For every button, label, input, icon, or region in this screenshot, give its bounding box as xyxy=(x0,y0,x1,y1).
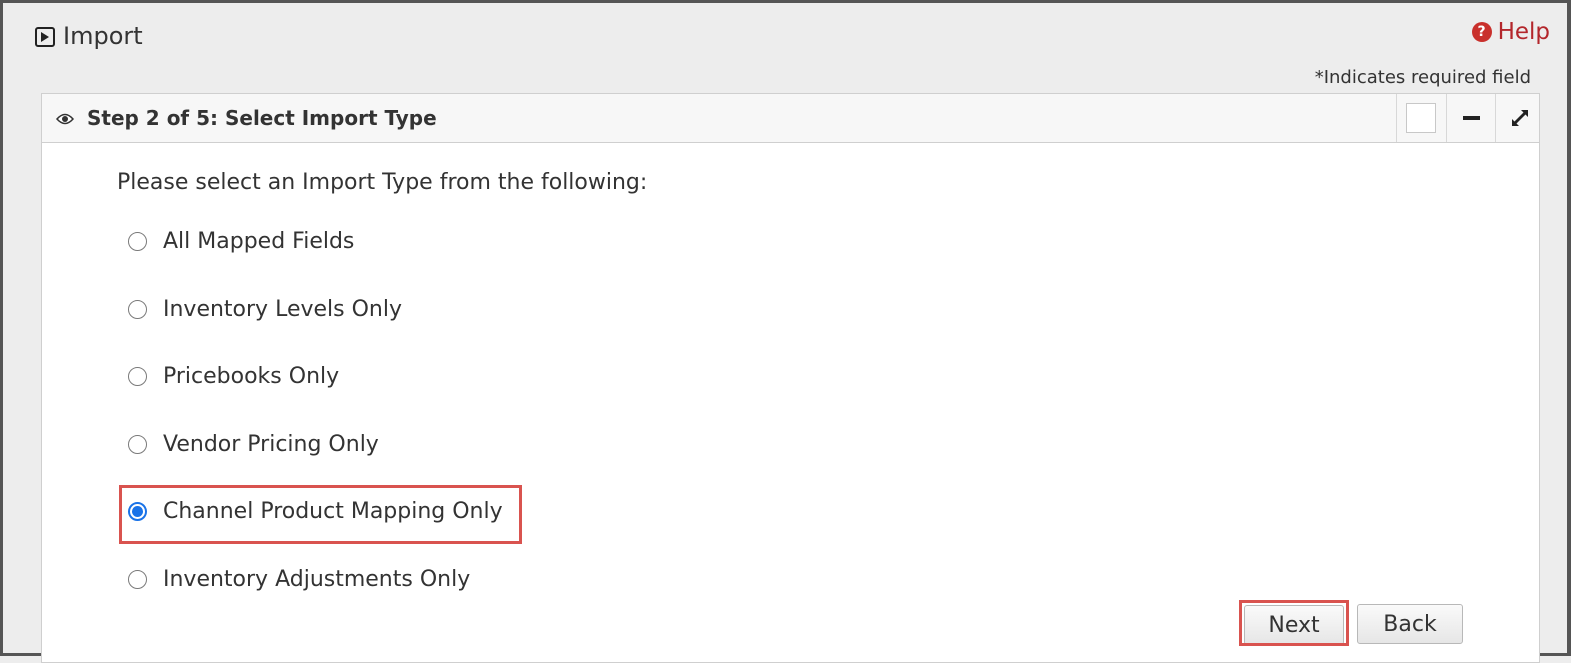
radio-all-mapped-fields[interactable] xyxy=(128,231,147,251)
panel-header: Step 2 of 5: Select Import Type xyxy=(42,94,1539,143)
import-window: Import ? Help *Indicates required field … xyxy=(0,0,1571,663)
page-title-text: Import xyxy=(63,22,143,50)
option-pricebooks-only[interactable]: Pricebooks Only xyxy=(128,359,339,393)
minimize-icon xyxy=(1462,116,1480,120)
panel-title: Step 2 of 5: Select Import Type xyxy=(87,106,437,130)
option-inventory-levels-only[interactable]: Inventory Levels Only xyxy=(128,292,402,326)
panel-checkbox[interactable] xyxy=(1406,103,1436,133)
expand-icon xyxy=(1512,110,1528,126)
step-panel: Step 2 of 5: Select Import Type Please s… xyxy=(41,93,1540,663)
option-inventory-adjustments-only[interactable]: Inventory Adjustments Only xyxy=(128,562,470,596)
panel-checkbox-tool[interactable] xyxy=(1396,94,1445,142)
option-label: Vendor Pricing Only xyxy=(163,431,379,457)
option-label: Inventory Levels Only xyxy=(163,296,402,322)
option-label: Pricebooks Only xyxy=(163,363,340,389)
next-button[interactable]: Next xyxy=(1244,605,1344,645)
help-link[interactable]: ? Help xyxy=(1471,17,1550,47)
minimize-button[interactable] xyxy=(1446,94,1495,142)
radio-channel-product-mapping-only[interactable] xyxy=(128,501,147,521)
radio-inventory-levels-only[interactable] xyxy=(128,299,147,319)
option-all-mapped-fields[interactable]: All Mapped Fields xyxy=(128,224,354,258)
expand-button[interactable] xyxy=(1495,94,1544,142)
option-label: All Mapped Fields xyxy=(163,228,355,254)
help-label: Help xyxy=(1497,19,1550,45)
option-vendor-pricing-only[interactable]: Vendor Pricing Only xyxy=(128,427,379,461)
play-square-icon xyxy=(35,27,55,47)
required-field-note: *Indicates required field xyxy=(1314,67,1531,88)
radio-pricebooks-only[interactable] xyxy=(128,366,147,386)
option-label: Channel Product Mapping Only xyxy=(163,498,503,524)
eye-icon xyxy=(55,110,75,129)
question-circle-icon: ? xyxy=(1471,22,1492,42)
option-label: Inventory Adjustments Only xyxy=(163,566,471,592)
option-channel-product-mapping-only[interactable]: Channel Product Mapping Only xyxy=(128,494,503,528)
radio-inventory-adjustments-only[interactable] xyxy=(128,569,147,589)
back-button[interactable]: Back xyxy=(1357,604,1463,644)
page-title: Import xyxy=(35,21,143,51)
radio-vendor-pricing-only[interactable] xyxy=(128,434,147,454)
import-type-prompt: Please select an Import Type from the fo… xyxy=(117,170,648,195)
